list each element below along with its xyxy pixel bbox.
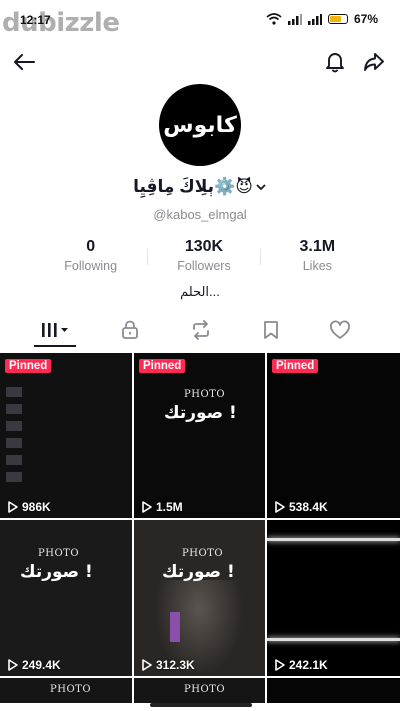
bio: الحلم... <box>180 284 220 299</box>
video-thumbnail[interactable]: PHOTO <box>134 678 265 703</box>
play-icon <box>8 659 18 671</box>
video-thumbnail[interactable] <box>267 678 400 703</box>
thumbnail-art <box>6 387 22 487</box>
thumbnail-caption: صورتك ! <box>162 562 235 582</box>
stat-value: 0 <box>86 238 96 255</box>
stat-label: Following <box>64 259 118 273</box>
system-indicators: 67% <box>266 12 378 26</box>
divider <box>260 249 261 265</box>
video-thumbnail[interactable]: PHOTO صورتك ! 312.3K <box>134 520 265 676</box>
signal-icon <box>287 13 302 25</box>
battery-icon <box>327 14 348 24</box>
play-icon <box>142 659 152 671</box>
view-count-text: 249.4K <box>22 658 61 672</box>
thumbnail-caption-top: PHOTO <box>38 548 80 559</box>
display-name-row[interactable]: ٻلِاكَ مِاڤِيِا⚙️😈 <box>0 177 400 197</box>
profile-stats: 0 Following 130K Followers 3.1M Likes <box>34 238 374 278</box>
view-count: 249.4K <box>8 658 61 672</box>
view-count-text: 986K <box>22 500 51 514</box>
pinned-badge: Pinned <box>139 359 186 373</box>
content-tabs <box>0 314 400 348</box>
video-thumbnail[interactable]: PHOTO <box>0 678 132 703</box>
status-time: 12:17 <box>20 13 51 27</box>
play-icon <box>8 501 18 513</box>
avatar[interactable]: كابوس <box>159 84 241 166</box>
view-count: 1.5M <box>142 500 183 514</box>
stat-likes[interactable]: 3.1M Likes <box>261 238 374 278</box>
status-bar: dubizzle 12:17 67% <box>0 0 400 40</box>
chevron-down-icon <box>256 184 266 191</box>
view-count-text: 312.3K <box>156 658 195 672</box>
thumbnail-art <box>170 612 180 642</box>
pinned-badge: Pinned <box>272 359 319 373</box>
video-thumbnail[interactable]: Pinned 986K <box>0 353 132 518</box>
thumbnail-art <box>267 538 400 541</box>
top-nav <box>0 46 400 80</box>
home-indicator <box>150 703 252 707</box>
tab-favorites[interactable] <box>246 314 296 346</box>
heart-icon <box>330 320 350 339</box>
bookmark-icon <box>264 321 278 339</box>
video-thumbnail[interactable]: Pinned 538.4K <box>267 353 400 518</box>
stat-label: Followers <box>177 259 231 273</box>
play-icon <box>142 501 152 513</box>
share-button[interactable] <box>360 48 388 76</box>
view-count-text: 538.4K <box>289 500 328 514</box>
video-thumbnail[interactable]: PHOTO صورتك ! 249.4K <box>0 520 132 676</box>
play-icon <box>275 501 285 513</box>
video-thumbnail[interactable]: PHOTO صورتك ! Pinned 1.5M <box>134 353 265 518</box>
thumbnail-caption: صورتك ! <box>164 403 237 423</box>
thumbnail-caption-top: PHOTO <box>184 684 226 695</box>
back-button[interactable] <box>10 48 38 76</box>
stat-value: 3.1M <box>299 238 336 255</box>
grid-icon <box>42 323 68 337</box>
view-count: 312.3K <box>142 658 195 672</box>
active-tab-indicator <box>34 345 76 347</box>
repost-icon <box>193 320 209 340</box>
divider <box>147 249 148 265</box>
lock-icon <box>122 320 138 339</box>
tab-videos[interactable] <box>30 314 80 346</box>
view-count-text: 1.5M <box>156 500 183 514</box>
thumbnail-caption-top: PHOTO <box>184 389 226 400</box>
view-count: 538.4K <box>275 500 328 514</box>
display-name: ٻلِاكَ مِاڤِيِا⚙️😈 <box>133 177 253 196</box>
pinned-badge: Pinned <box>5 359 52 373</box>
stat-followers[interactable]: 130K Followers <box>147 238 260 278</box>
stat-value: 130K <box>184 238 224 255</box>
bell-icon <box>326 53 344 73</box>
thumbnail-caption-top: PHOTO <box>182 548 224 559</box>
back-arrow-icon <box>14 54 35 70</box>
share-icon <box>364 53 384 71</box>
view-count: 986K <box>8 500 51 514</box>
wifi-icon <box>266 13 282 25</box>
tab-private[interactable] <box>105 314 155 346</box>
tab-reposts[interactable] <box>176 314 226 346</box>
username: @kabos_elmgal <box>153 207 247 222</box>
stat-following[interactable]: 0 Following <box>34 238 147 278</box>
play-icon <box>275 659 285 671</box>
notifications-button[interactable] <box>321 48 349 76</box>
view-count-text: 242.1K <box>289 658 328 672</box>
tab-liked[interactable] <box>315 314 365 346</box>
avatar-text: كابوس <box>163 112 237 138</box>
thumbnail-caption-top: PHOTO <box>50 684 92 695</box>
signal-icon-2 <box>307 13 322 25</box>
thumbnail-art <box>267 638 400 641</box>
thumbnail-caption: صورتك ! <box>20 562 93 582</box>
video-grid: Pinned 986K PHOTO صورتك ! Pinned 1.5M Pi… <box>0 353 400 703</box>
stat-label: Likes <box>302 259 332 273</box>
battery-percent: 67% <box>353 12 378 26</box>
view-count: 242.1K <box>275 658 328 672</box>
video-thumbnail[interactable]: 242.1K <box>267 520 400 676</box>
